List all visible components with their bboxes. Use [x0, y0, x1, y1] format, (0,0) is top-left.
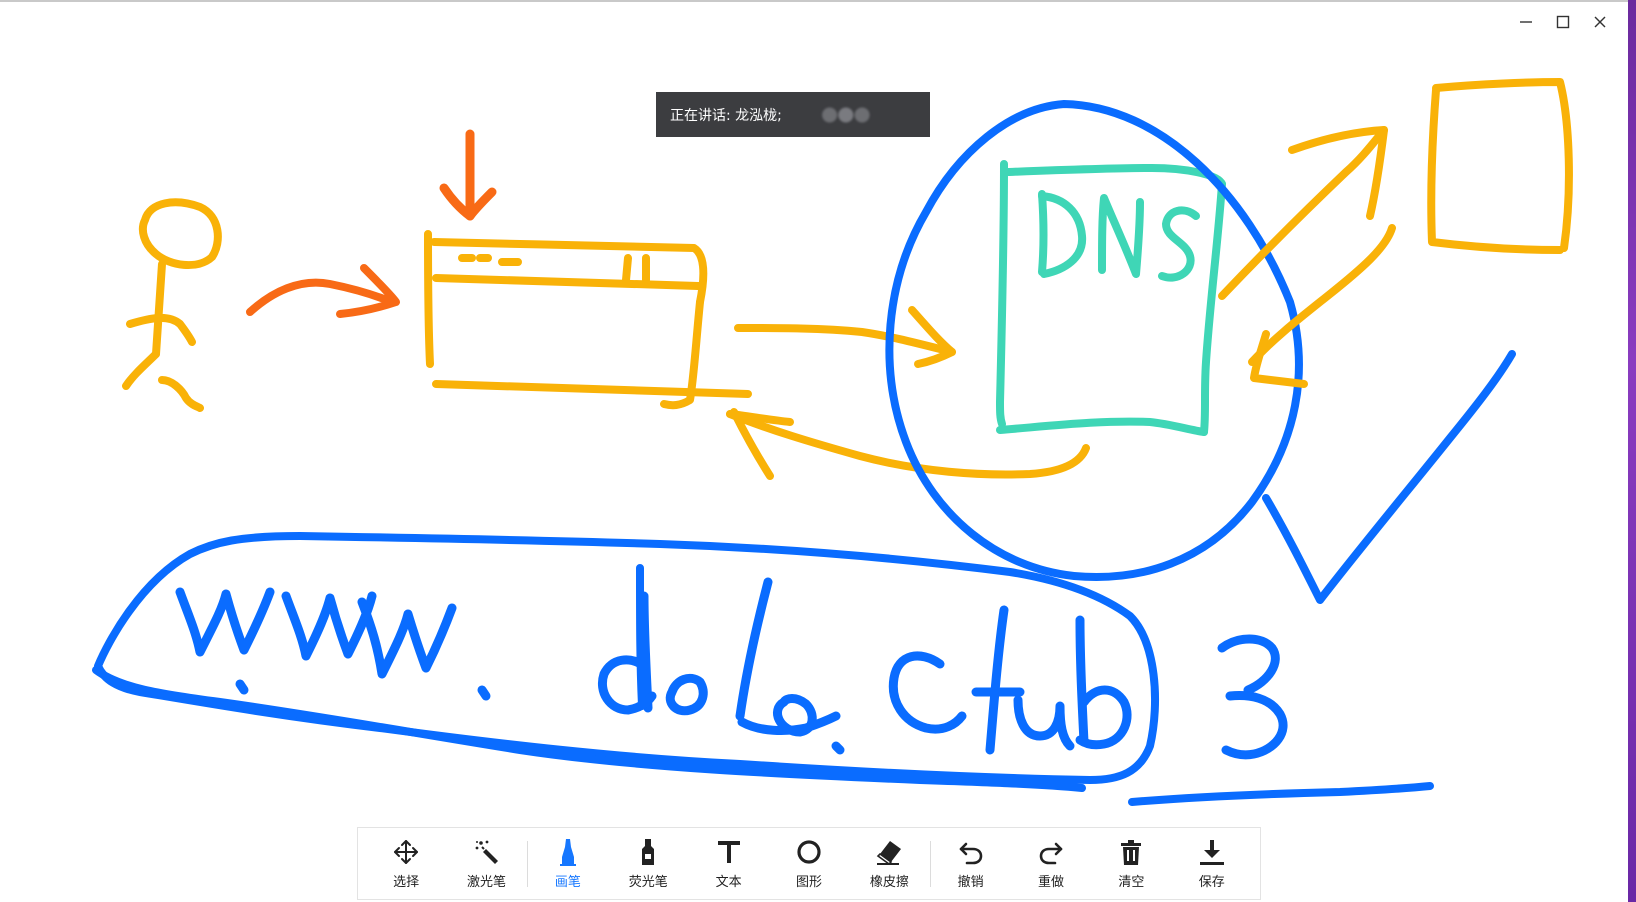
minimize-button[interactable]	[1507, 8, 1544, 36]
tool-redo[interactable]: 重做	[1011, 834, 1091, 894]
checkmark-drawing	[1262, 350, 1516, 604]
tool-label: 清空	[1118, 875, 1145, 890]
text-t-icon	[714, 837, 744, 867]
tool-label: 文本	[715, 875, 742, 890]
speaking-label: 正在讲话: 龙泓栊;	[670, 107, 782, 124]
download-icon	[1197, 837, 1227, 867]
tool-label: 荧光笔	[628, 875, 668, 890]
tool-select[interactable]: 选择	[366, 834, 446, 894]
tool-save[interactable]: 保存	[1172, 834, 1252, 894]
tool-label: 图形	[795, 875, 822, 890]
move-arrows-icon	[391, 837, 421, 867]
pen-icon	[553, 837, 583, 867]
minimize-icon	[1519, 21, 1532, 23]
stick-figure-drawing	[122, 198, 222, 412]
arrow-from-root-server	[1248, 224, 1396, 388]
tool-highlighter[interactable]: 荧光笔	[608, 834, 688, 894]
undo-icon	[956, 837, 986, 867]
url-underline-loop	[92, 532, 1434, 806]
magic-wand-icon	[472, 837, 502, 867]
close-button[interactable]	[1581, 8, 1618, 36]
trash-icon	[1116, 837, 1146, 867]
tool-eraser[interactable]: 橡皮擦	[849, 834, 929, 894]
root-server-box-drawing	[1427, 78, 1573, 254]
redo-icon	[1036, 837, 1066, 867]
circle-shape-icon	[794, 837, 824, 867]
desktop-background-strip	[1628, 0, 1636, 902]
circle-around-dns	[885, 100, 1303, 581]
tool-label: 撤销	[957, 875, 984, 890]
tool-pen[interactable]: 画笔	[528, 834, 608, 894]
whiteboard-window: 正在讲话: 龙泓栊; 选择 激光笔 画笔 荧光笔 文本 图形 橡皮擦 撤销 重做…	[0, 0, 1628, 902]
arrow-down-to-browser	[439, 129, 497, 221]
tool-label: 画笔	[554, 875, 581, 890]
close-icon	[1594, 16, 1605, 28]
window-controls	[1507, 8, 1618, 36]
highlighter-icon	[633, 837, 663, 867]
speaking-indicator-banner: 正在讲话: 龙泓栊;	[656, 92, 930, 137]
tool-text[interactable]: 文本	[688, 834, 768, 894]
tool-laser[interactable]: 激光笔	[446, 834, 526, 894]
tool-undo[interactable]: 撤销	[930, 834, 1010, 894]
tool-label: 激光笔	[467, 875, 507, 890]
arrow-figure-to-browser	[246, 264, 400, 318]
dns-box-drawing	[996, 160, 1226, 436]
whiteboard-canvas[interactable]	[0, 2, 1628, 902]
arrow-browser-to-dns	[734, 306, 956, 368]
eraser-icon	[874, 837, 904, 867]
tool-clear[interactable]: 清空	[1091, 834, 1171, 894]
tool-label: 选择	[393, 875, 420, 890]
tool-label: 橡皮擦	[869, 875, 909, 890]
blurred-name-placeholder	[817, 103, 876, 126]
tool-label: 重做	[1038, 875, 1065, 890]
tool-label: 保存	[1198, 875, 1225, 890]
tool-shape[interactable]: 图形	[769, 834, 849, 894]
maximize-button[interactable]	[1544, 8, 1581, 36]
maximize-icon	[1556, 15, 1569, 29]
drawing-toolbar: 选择 激光笔 画笔 荧光笔 文本 图形 橡皮擦 撤销 重做 清空 保存	[357, 827, 1261, 900]
browser-window-drawing	[424, 230, 752, 410]
